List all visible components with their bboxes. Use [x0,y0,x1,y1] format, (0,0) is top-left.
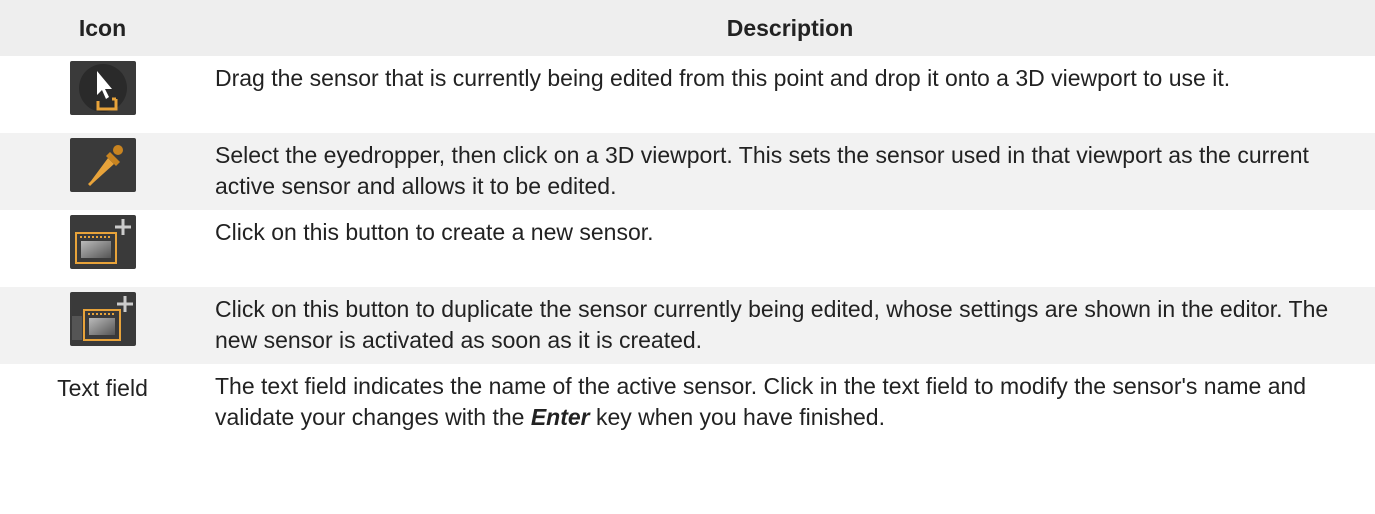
row-description-end: key when you have finished. [589,404,885,430]
icon-column-header: Icon [0,0,205,56]
enter-key-label: Enter [530,404,590,430]
icons-table: Icon Description Drag the sensor that is… [0,0,1375,439]
row-description: Select the eyedropper, then click on a 3… [205,133,1375,210]
table-header-row: Icon Description [0,0,1375,56]
eyedropper-icon [69,138,136,192]
row-description: The text field indicates the name of the… [205,364,1375,439]
description-column-header: Description [205,0,1375,56]
row-icon-label: Text field [57,375,148,401]
drag-sensor-icon [69,61,136,115]
row-description: Click on this button to create a new sen… [215,219,654,245]
new-sensor-icon [69,215,136,269]
table-row: Click on this button to duplicate the se… [0,287,1375,364]
table-row: Drag the sensor that is currently being … [0,56,1375,133]
table-row: Click on this button to create a new sen… [0,210,1375,287]
table-row: Text field The text field indicates the … [0,364,1375,439]
duplicate-sensor-icon [69,292,136,346]
table-row: Select the eyedropper, then click on a 3… [0,133,1375,210]
row-description: Click on this button to duplicate the se… [205,287,1375,364]
row-description: Drag the sensor that is currently being … [215,65,1231,91]
